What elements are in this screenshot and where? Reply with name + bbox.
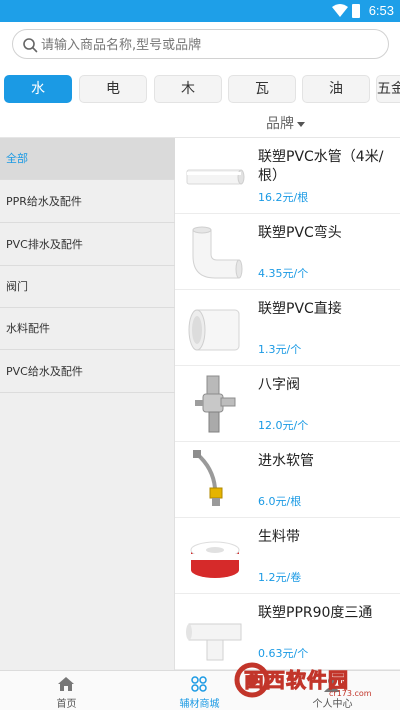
product-name: 八字阀 [258,377,300,393]
tab-hardware[interactable]: 五金 [376,75,400,103]
tab-wood[interactable]: 木 [154,75,222,103]
water-hose-thumbnail [193,450,223,506]
ptfe-tape-thumbnail [190,541,240,578]
search-box[interactable] [12,29,389,59]
ppr-tee-thumbnail [186,623,242,661]
nav-home-label: 首页 [56,699,77,710]
search-input[interactable] [41,35,381,55]
sidebar-item-ppr[interactable]: PPR给水及配件 [0,181,175,223]
search-bar [0,22,400,68]
brand-filter-label: 品牌 [266,116,294,132]
grid-icon [191,676,207,692]
product-price: 6.0元/根 [258,495,302,508]
product-price: 4.35元/个 [258,267,309,280]
product-price: 1.2元/卷 [258,571,302,584]
product-name: 生料带 [258,529,300,545]
pvc-pipe-thumbnail [186,169,245,185]
watermark-text: 西西软件园 [244,668,349,693]
sidebar-item-valves[interactable]: 阀门 [0,266,175,308]
nav-home[interactable]: 首页 [0,671,133,710]
product-name: 联塑PVC弯头 [258,225,342,241]
wifi-icon [332,4,348,17]
tab-water[interactable]: 水 [4,75,72,103]
angle-valve-thumbnail [195,375,236,433]
sidebar-item-pvc-supply[interactable]: PVC给水及配件 [0,351,175,393]
product-list: 联塑PVC水管（4米/根） 16.2元/根 联塑PVC弯头 4.35元/个 联塑… [175,138,400,670]
product-item[interactable]: 联塑PVC直接 1.3元/个 [175,290,400,366]
home-icon [58,677,74,691]
caret-down-icon [297,121,305,127]
product-item[interactable]: 联塑PVC水管（4米/根） 16.2元/根 [175,138,400,214]
tab-tile[interactable]: 瓦 [228,75,296,103]
battery-icon [352,4,360,18]
tab-paint[interactable]: 油 [302,75,370,103]
product-name: 进水软管 [258,453,314,469]
sidebar-item-pvc-drain[interactable]: PVC排水及配件 [0,224,175,266]
product-price: 1.3元/个 [258,343,302,356]
search-icon [23,38,38,53]
product-name: 联塑PVC水管（4米/根） [258,149,384,184]
pvc-elbow-thumbnail [192,226,243,279]
product-item[interactable]: 联塑PPR90度三通 0.63元/个 [175,594,400,670]
product-item[interactable]: 生料带 1.2元/卷 [175,518,400,594]
product-item[interactable]: 联塑PVC弯头 4.35元/个 [175,214,400,290]
product-name: 联塑PPR90度三通 [258,605,373,621]
sidebar: 全部 PPR给水及配件 PVC排水及配件 阀门 水料配件 PVC给水及配件 [0,138,175,670]
product-price: 0.63元/个 [258,647,309,660]
status-time: 6:53 [368,3,394,18]
pvc-coupling-thumbnail [188,309,240,351]
product-name: 联塑PVC直接 [258,301,342,317]
sidebar-item-water-parts[interactable]: 水料配件 [0,308,175,350]
product-item[interactable]: 进水软管 6.0元/根 [175,442,400,518]
product-price: 12.0元/个 [258,419,309,432]
category-tabs: 水 电 木 瓦 油 五金 [0,70,400,108]
product-item[interactable]: 八字阀 12.0元/个 [175,366,400,442]
sidebar-item-all[interactable]: 全部 [0,138,175,180]
status-bar: 6:53 [0,0,400,22]
tab-electric[interactable]: 电 [79,75,147,103]
brand-filter[interactable]: 品牌 [266,113,305,135]
product-price: 16.2元/根 [258,191,309,204]
